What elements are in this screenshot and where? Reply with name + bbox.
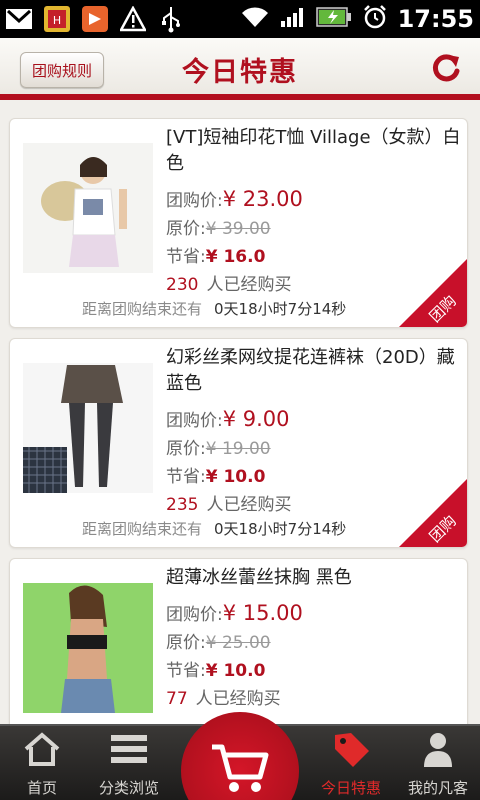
warning-icon bbox=[118, 4, 148, 34]
usb-icon bbox=[156, 4, 186, 34]
countdown: 距离团购结束还有 0天18小时7分14秒 bbox=[82, 518, 346, 539]
product-image bbox=[23, 583, 153, 713]
tag-icon bbox=[331, 731, 371, 771]
product-name[interactable]: 幻彩丝柔网纹提花连裤袜（20D）藏蓝色 bbox=[166, 345, 466, 397]
product-name[interactable]: [VT]短袖印花T恤 Village（女款）白色 bbox=[166, 125, 466, 177]
sold-suffix: 人已经购买 bbox=[206, 495, 292, 515]
product-image bbox=[23, 363, 153, 493]
save-label: 节省: bbox=[166, 247, 206, 267]
product-card[interactable]: 幻彩丝柔网纹提花连裤袜（20D）藏蓝色 团购价: ¥ 9.00 原价: ¥ 19… bbox=[9, 338, 468, 548]
group-price-label: 团购价: bbox=[166, 411, 223, 431]
product-card[interactable]: [VT]短袖印花T恤 Village（女款）白色 团购价: ¥ 23.00 原价… bbox=[9, 118, 468, 328]
countdown-label: 距离团购结束还有 bbox=[82, 300, 203, 318]
original-price-row: 原价: ¥ 19.00 bbox=[166, 435, 466, 463]
cart-icon bbox=[208, 741, 272, 800]
product-card[interactable]: 超薄冰丝蕾丝抹胸 黑色 团购价: ¥ 15.00 原价: ¥ 25.00 节省:… bbox=[9, 558, 468, 724]
app-icon: H bbox=[42, 4, 72, 34]
group-buy-ribbon: 团购 bbox=[399, 479, 467, 547]
product-info: 超薄冰丝蕾丝抹胸 黑色 团购价: ¥ 15.00 原价: ¥ 25.00 节省:… bbox=[166, 565, 466, 713]
battery-charging-icon bbox=[315, 6, 352, 32]
nav-categories[interactable]: 分类浏览 bbox=[84, 726, 174, 800]
refresh-button[interactable] bbox=[426, 50, 466, 90]
sold-suffix: 人已经购买 bbox=[195, 689, 281, 709]
original-price-value: ¥ 19.00 bbox=[205, 439, 271, 459]
product-name[interactable]: 超薄冰丝蕾丝抹胸 黑色 bbox=[166, 565, 466, 591]
nav-my-account-label: 我的凡客 bbox=[407, 779, 468, 797]
original-price-value: ¥ 25.00 bbox=[205, 633, 271, 653]
countdown: 距离团购结束还有 0天18小时7分14秒 bbox=[82, 298, 346, 319]
countdown-time: 0天18小时7分14秒 bbox=[214, 300, 347, 318]
wifi-icon bbox=[240, 5, 270, 33]
nav-today-label: 今日特惠 bbox=[320, 779, 381, 797]
home-icon bbox=[22, 731, 62, 771]
save-value: ¥ 16.0 bbox=[205, 247, 266, 267]
cart-button[interactable] bbox=[181, 712, 299, 800]
page-title: 今日特惠 bbox=[182, 57, 298, 88]
refresh-icon bbox=[429, 51, 463, 89]
sold-number: 235 bbox=[166, 495, 199, 515]
product-image bbox=[23, 143, 153, 273]
alarm-icon bbox=[362, 4, 388, 34]
original-price-label: 原价: bbox=[166, 219, 206, 239]
person-icon bbox=[418, 731, 458, 771]
sold-count: 77 人已经购买 bbox=[166, 685, 466, 713]
title-bar: 团购规则 今日特惠 bbox=[0, 38, 480, 100]
group-price-value: ¥ 9.00 bbox=[222, 407, 290, 431]
signal-icon bbox=[280, 5, 306, 33]
svg-text:H: H bbox=[53, 14, 61, 27]
countdown-time: 0天18小时7分14秒 bbox=[214, 520, 347, 538]
nav-home[interactable]: 首页 bbox=[0, 726, 84, 800]
save-value: ¥ 10.0 bbox=[205, 467, 266, 487]
gmail-icon bbox=[4, 4, 34, 34]
sold-number: 230 bbox=[166, 275, 199, 295]
nav-my-account[interactable]: 我的凡客 bbox=[396, 726, 480, 800]
status-bar: H 17:55 bbox=[0, 0, 480, 38]
group-buy-ribbon: 团购 bbox=[399, 259, 467, 327]
sold-suffix: 人已经购买 bbox=[206, 275, 292, 295]
notification-icons: H bbox=[4, 4, 186, 34]
group-price-row: 团购价: ¥ 23.00 bbox=[166, 185, 466, 215]
original-price-row: 原价: ¥ 25.00 bbox=[166, 629, 466, 657]
group-price-row: 团购价: ¥ 15.00 bbox=[166, 599, 466, 629]
group-price-label: 团购价: bbox=[166, 605, 223, 625]
group-price-label: 团购价: bbox=[166, 191, 223, 211]
group-price-value: ¥ 23.00 bbox=[222, 187, 303, 211]
product-list[interactable]: [VT]短袖印花T恤 Village（女款）白色 团购价: ¥ 23.00 原价… bbox=[0, 106, 480, 724]
save-value: ¥ 10.0 bbox=[205, 661, 266, 681]
original-price-row: 原价: ¥ 39.00 bbox=[166, 215, 466, 243]
status-time: 17:55 bbox=[397, 5, 474, 33]
system-icons: 17:55 bbox=[240, 0, 474, 38]
original-price-label: 原价: bbox=[166, 633, 206, 653]
group-price-row: 团购价: ¥ 9.00 bbox=[166, 405, 466, 435]
media-icon bbox=[80, 4, 110, 34]
group-price-value: ¥ 15.00 bbox=[222, 601, 303, 625]
countdown-label: 距离团购结束还有 bbox=[82, 520, 203, 538]
nav-categories-label: 分类浏览 bbox=[98, 779, 159, 797]
list-icon bbox=[109, 731, 149, 771]
save-label: 节省: bbox=[166, 661, 206, 681]
original-price-value: ¥ 39.00 bbox=[205, 219, 271, 239]
bottom-nav: 首页 分类浏览 今日特惠 我的凡客 bbox=[0, 712, 480, 800]
save-label: 节省: bbox=[166, 467, 206, 487]
nav-today[interactable]: 今日特惠 bbox=[306, 726, 396, 800]
save-row: 节省: ¥ 10.0 bbox=[166, 657, 466, 685]
original-price-label: 原价: bbox=[166, 439, 206, 459]
sold-number: 77 bbox=[166, 689, 188, 709]
nav-home-label: 首页 bbox=[26, 779, 57, 797]
